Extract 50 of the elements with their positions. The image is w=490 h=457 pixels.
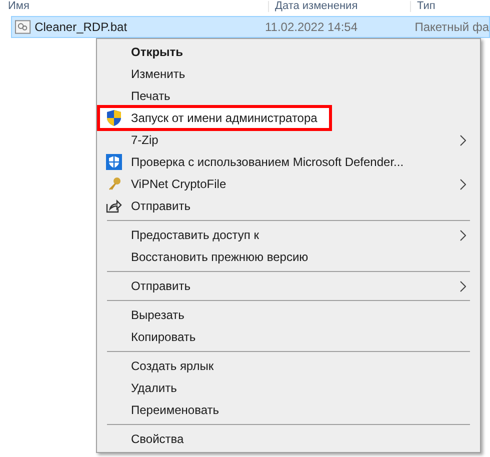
menu-item[interactable]: Свойства [99,428,478,450]
menu-item-label: ViPNet CryptoFile [130,176,226,193]
menu-item-label: Удалить [130,380,177,397]
menu-item[interactable]: Переименовать [99,399,478,421]
menu-item[interactable]: Отправить [99,275,478,297]
menu-item-label: Копировать [130,329,196,346]
menu-item[interactable]: Восстановить прежнюю версию [99,246,478,268]
column-header[interactable]: Дата изменения [268,1,410,12]
menu-item[interactable]: Изменить [99,63,478,85]
menu-item-label: Вырезать [130,307,184,324]
file-gear-icon [15,20,31,34]
chevron-right-icon [460,134,466,146]
menu-item[interactable]: 7-Zip [99,129,478,151]
shield-icon [107,110,121,126]
menu-item-label: Отправить [130,278,191,295]
menu-item[interactable]: Открыть [99,41,478,63]
file-row[interactable]: Cleaner_RDP.bat 11.02.2022 14:54 Пакетный фа [11,16,490,38]
menu-item[interactable]: Создать ярлык [99,355,478,377]
menu-item-label: 7-Zip [130,132,158,149]
menu-item-label: Свойства [130,431,184,448]
menu-item[interactable]: Вырезать [99,304,478,326]
menu-item[interactable]: Проверка с использованием Microsoft Defender... [99,151,478,173]
menu-item[interactable]: ViPNet CryptoFile [99,173,478,195]
menu-item-label: Создать ярлык [130,358,214,375]
chevron-right-icon [460,280,466,292]
menu-item-label: Изменить [130,66,186,83]
chevron-right-icon [460,178,466,190]
file-type: Пакетный фа [414,19,489,36]
menu-item-label: Проверка с использованием Microsoft Defender... [130,154,404,171]
menu-item-label: Предоставить доступ к [130,227,259,244]
shield-icon [106,154,122,170]
key-icon [107,177,121,191]
menu-item-label: Отправить [130,198,191,215]
column-header[interactable]: Имя [0,1,268,12]
menu-item[interactable]: Копировать [99,326,478,348]
file-date: 11.02.2022 14:54 [264,19,359,36]
chevron-right-icon [460,230,466,240]
menu-item-label: Переименовать [130,402,219,419]
column-header[interactable]: Тип [410,1,436,12]
share-icon [106,199,122,213]
menu-item[interactable]: Предоставить доступ к [99,224,478,246]
menu-item[interactable]: Удалить [99,377,478,399]
menu-item[interactable]: Отправить [99,195,478,217]
menu-item-label: Печать [130,88,170,105]
menu-item[interactable]: Печать [99,85,478,107]
file-name: Cleaner_RDP.bat [34,19,128,36]
menu-item[interactable]: Запуск от имени администратора [99,107,330,129]
menu-item-label: Запуск от имени администратора [130,110,318,127]
menu-item-label: Восстановить прежнюю версию [130,249,308,266]
menu-item-label: Открыть [130,44,184,61]
